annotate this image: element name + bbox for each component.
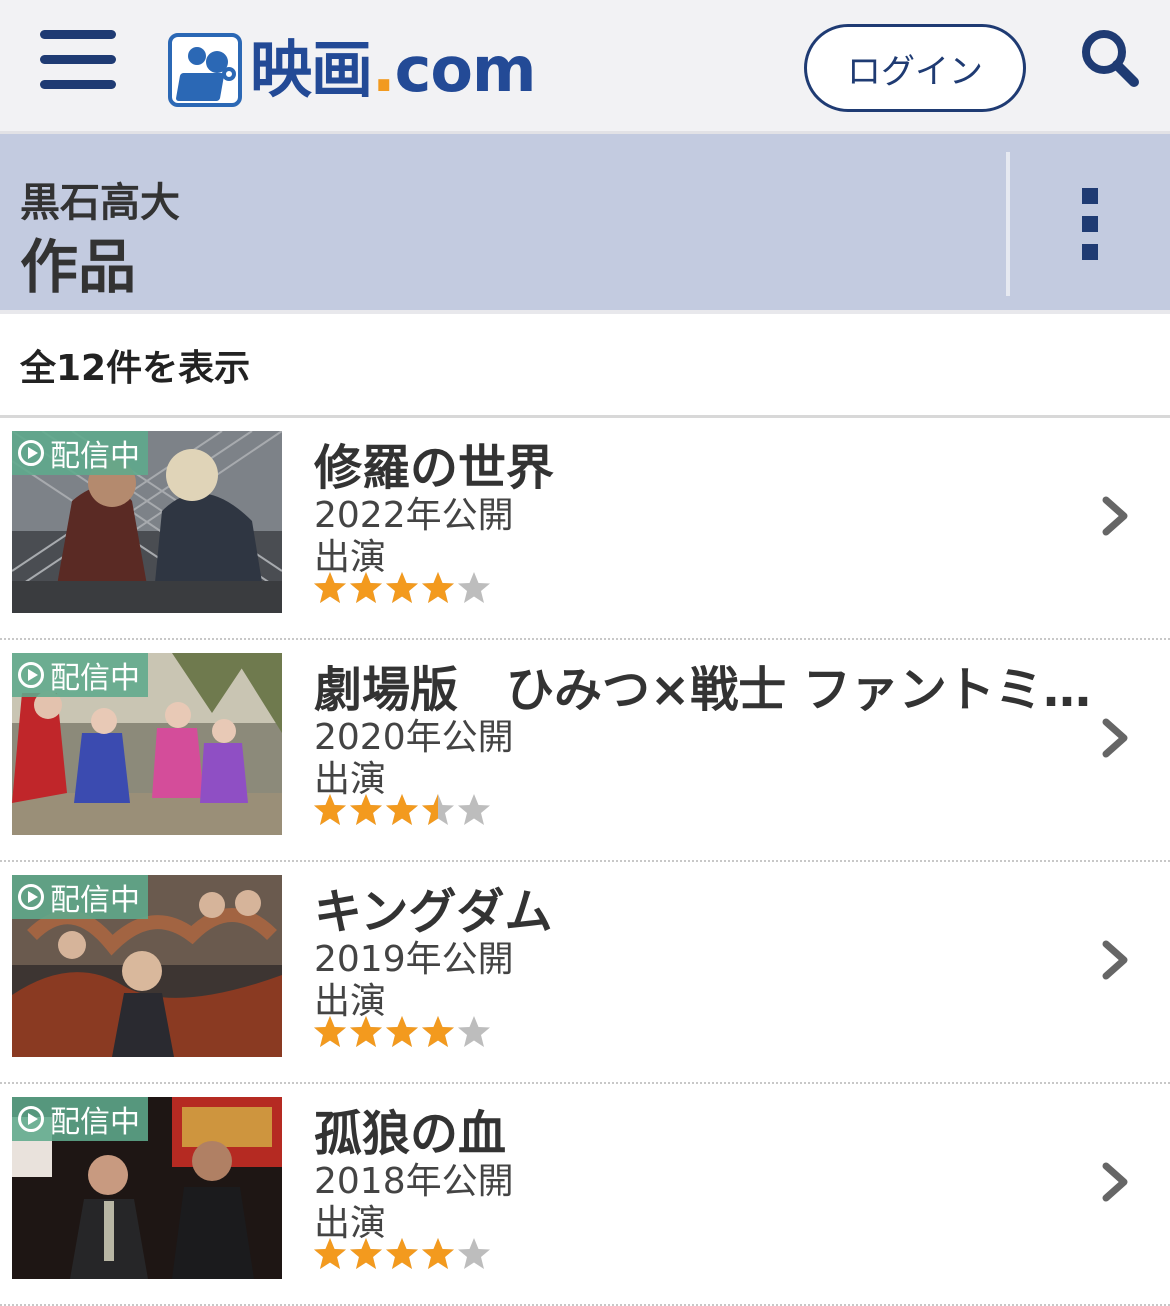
logo-camera-icon bbox=[168, 33, 242, 107]
streaming-badge: 配信中 bbox=[12, 431, 148, 475]
star-icon bbox=[386, 794, 418, 825]
chevron-right-icon bbox=[1102, 718, 1128, 758]
star-icon bbox=[314, 1238, 346, 1269]
chevron-right-icon bbox=[1102, 1162, 1128, 1202]
movie-item[interactable]: 配信中 劇場版 ひみつ×戦士 ファントミラージュ！ ～映画になってちょーだいしま… bbox=[0, 640, 1170, 862]
chevron-right-icon bbox=[1102, 940, 1128, 980]
star-icon bbox=[458, 1016, 490, 1047]
movie-list: 配信中 修羅の世界 2022年公開 出演 配信中 劇場版 ひみつ×戦士 ファント… bbox=[0, 418, 1170, 1306]
movie-item[interactable]: 配信中 キングダム 2019年公開 出演 bbox=[0, 862, 1170, 1084]
movie-item[interactable]: 配信中 孤狼の血 2018年公開 出演 bbox=[0, 1084, 1170, 1306]
star-icon bbox=[422, 572, 454, 603]
play-icon bbox=[18, 662, 44, 688]
star-icon bbox=[458, 1238, 490, 1269]
star-icon bbox=[350, 1016, 382, 1047]
streaming-badge: 配信中 bbox=[12, 1097, 148, 1141]
site-header: 映画.com ログイン bbox=[0, 0, 1170, 134]
star-icon bbox=[314, 1016, 346, 1047]
streaming-badge: 配信中 bbox=[12, 875, 148, 919]
star-icon bbox=[314, 572, 346, 603]
search-icon[interactable] bbox=[1078, 26, 1142, 90]
star-icon bbox=[458, 572, 490, 603]
star-rating bbox=[312, 792, 492, 828]
site-logo[interactable]: 映画.com bbox=[168, 30, 537, 110]
result-count: 全12件を表示 bbox=[0, 314, 1170, 418]
star-icon bbox=[350, 572, 382, 603]
chevron-right-icon bbox=[1102, 496, 1128, 536]
star-icon bbox=[314, 794, 346, 825]
play-icon bbox=[18, 440, 44, 466]
star-icon bbox=[386, 572, 418, 603]
star-icon bbox=[386, 1016, 418, 1047]
star-icon bbox=[350, 1238, 382, 1269]
login-button[interactable]: ログイン bbox=[804, 24, 1026, 112]
logo-text: 映画.com bbox=[250, 33, 537, 106]
play-icon bbox=[18, 1106, 44, 1132]
star-icon bbox=[422, 1016, 454, 1047]
movie-thumbnail: 配信中 bbox=[12, 875, 282, 1057]
page-title: 作品 bbox=[20, 233, 137, 301]
star-rating bbox=[312, 570, 492, 606]
star-icon bbox=[350, 794, 382, 825]
star-icon bbox=[422, 1238, 454, 1269]
movie-item[interactable]: 配信中 修羅の世界 2022年公開 出演 bbox=[0, 418, 1170, 640]
menu-icon[interactable] bbox=[40, 30, 118, 92]
star-rating bbox=[312, 1014, 492, 1050]
more-options-icon[interactable] bbox=[1070, 184, 1110, 264]
streaming-badge: 配信中 bbox=[12, 653, 148, 697]
divider bbox=[1006, 152, 1010, 296]
star-icon bbox=[386, 1238, 418, 1269]
play-icon bbox=[18, 884, 44, 910]
movie-thumbnail: 配信中 bbox=[12, 653, 282, 835]
star-icon bbox=[422, 794, 454, 825]
movie-thumbnail: 配信中 bbox=[12, 431, 282, 613]
page-title-band: 黒石高大 作品 bbox=[0, 134, 1170, 314]
star-rating bbox=[312, 1236, 492, 1272]
movie-thumbnail: 配信中 bbox=[12, 1097, 282, 1279]
star-icon bbox=[458, 794, 490, 825]
